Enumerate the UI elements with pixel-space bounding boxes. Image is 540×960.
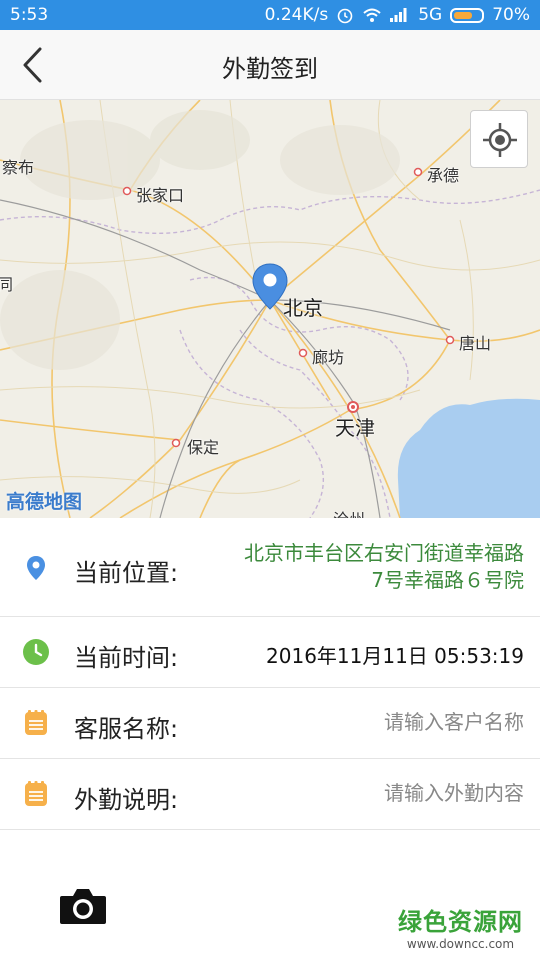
battery-icon bbox=[450, 7, 485, 23]
clock-icon bbox=[23, 639, 49, 665]
page-title: 外勤签到 bbox=[222, 55, 318, 83]
time-value: 2016年11月11日 05:53:19 bbox=[266, 644, 524, 668]
note-label: 外勤说明: bbox=[74, 786, 179, 814]
notepad-icon bbox=[25, 710, 47, 735]
location-pin-icon bbox=[27, 556, 45, 580]
location-value: 北京市丰台区右安门街道幸福路 7号幸福路６号院 bbox=[244, 540, 524, 594]
time-row: 当前时间: 2016年11月11日 05:53:19 bbox=[0, 617, 540, 688]
camera-icon bbox=[60, 889, 106, 924]
city-label-chabu: 察布 bbox=[2, 158, 35, 177]
wifi-icon bbox=[363, 8, 381, 22]
customer-row: 客服名称: bbox=[0, 688, 540, 759]
location-pin-icon bbox=[252, 263, 288, 310]
status-time: 5:53 bbox=[10, 5, 49, 25]
city-label-left-edge: 同 bbox=[0, 275, 14, 294]
location-line-2: 7号幸福路６号院 bbox=[371, 568, 524, 592]
city-label-zhangjiakou: 张家口 bbox=[136, 186, 185, 205]
network-speed: 0.24K/s bbox=[264, 5, 329, 25]
city-label-baoding: 保定 bbox=[187, 438, 220, 457]
status-bar: 5:53 0.24K/s 5G 70% bbox=[0, 0, 540, 30]
status-indicators: 0.24K/s 5G 70% bbox=[265, 5, 530, 25]
signal-icon bbox=[390, 8, 407, 22]
locate-button[interactable] bbox=[470, 110, 528, 168]
map-view[interactable]: 察布 张家口 承德 同 北京 廊坊 唐山 天津 保定 沧州 高德地图 bbox=[0, 100, 540, 518]
customer-name-input[interactable] bbox=[224, 710, 524, 734]
city-label-cangzhou: 沧州 bbox=[333, 506, 365, 518]
alarm-icon bbox=[337, 8, 353, 24]
map-provider-logo: 高德地图 bbox=[6, 491, 83, 513]
customer-label: 客服名称: bbox=[74, 715, 179, 743]
watermark: 绿色资源网 www.downcc.com bbox=[398, 902, 523, 951]
network-type: 5G bbox=[418, 5, 443, 25]
city-label-langfang: 廊坊 bbox=[312, 348, 345, 367]
city-label-chengde: 承德 bbox=[427, 166, 460, 185]
location-line-1: 北京市丰台区右安门街道幸福路 bbox=[244, 541, 524, 565]
crosshair-icon bbox=[483, 123, 517, 157]
camera-button[interactable] bbox=[58, 886, 108, 926]
watermark-url: www.downcc.com bbox=[406, 937, 515, 951]
notepad-icon bbox=[25, 781, 47, 806]
battery-percent: 70% bbox=[492, 5, 530, 25]
watermark-title: 绿色资源网 bbox=[398, 908, 523, 936]
note-input[interactable] bbox=[224, 781, 524, 805]
app-header: 外勤签到 bbox=[0, 30, 540, 100]
location-row: 当前位置: 北京市丰台区右安门街道幸福路 7号幸福路６号院 bbox=[0, 518, 540, 617]
note-row: 外勤说明: bbox=[0, 759, 540, 830]
battery-fill bbox=[454, 11, 473, 19]
time-label: 当前时间: bbox=[74, 644, 179, 672]
city-label-tangshan: 唐山 bbox=[459, 334, 492, 353]
city-label-tianjin: 天津 bbox=[335, 416, 375, 440]
location-label: 当前位置: bbox=[74, 559, 179, 587]
